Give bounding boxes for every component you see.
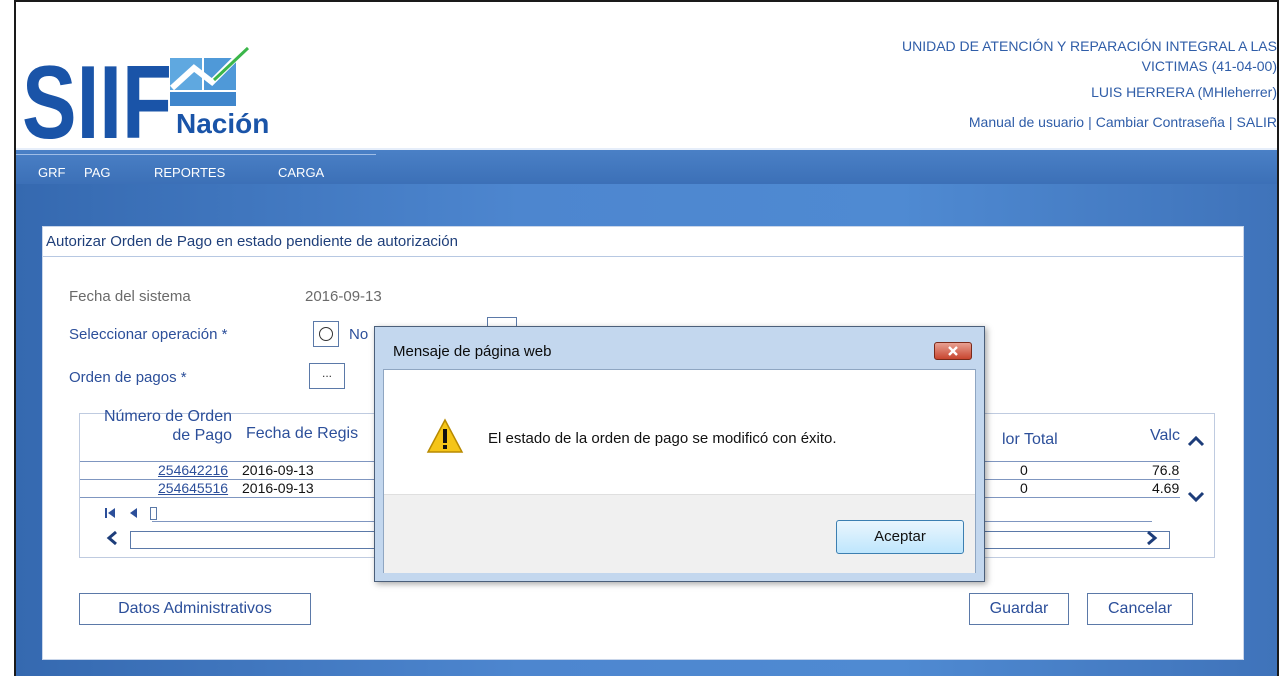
order-date: 2016-09-13 [242, 462, 314, 478]
main-menu: GRF PAG REPORTES CARGA [16, 148, 1277, 186]
dialog-message: El estado de la orden de pago se modific… [488, 430, 837, 447]
scroll-right-icon[interactable] [1142, 530, 1162, 550]
col-numero-header-2: de Pago [172, 427, 232, 444]
header-links: Manual de usuario | Cambiar Contraseña | SAL… [902, 112, 1277, 132]
scroll-up-icon[interactable] [1184, 432, 1208, 456]
org-line-1: UNIDAD DE ATENCIÓN Y REPARACIÓN INTEGRAL… [902, 38, 1277, 54]
siif-logo: SIIF Nación [22, 42, 269, 161]
col-valor-total-header: lor Total [1002, 431, 1058, 448]
col-numero-header-1: Número de Orden [103, 408, 232, 425]
logo-sub: Nación [176, 108, 270, 139]
org-line-2: VICTIMAS (41-04-00) [1141, 58, 1277, 74]
dialog-body: El estado de la orden de pago se modific… [383, 369, 976, 573]
menu-pag[interactable]: PAG [84, 165, 111, 180]
operacion-radio-box[interactable] [313, 321, 339, 347]
panel-title: Autorizar Orden de Pago en estado pendie… [43, 227, 1243, 257]
warning-icon [426, 418, 464, 454]
menu-reportes[interactable]: REPORTES [154, 165, 225, 180]
order-total: 0 [1020, 462, 1028, 478]
order-value: 76.8 [1152, 462, 1180, 478]
exit-link[interactable]: SALIR [1237, 114, 1277, 130]
message-dialog: Mensaje de página web El estado de la or… [374, 326, 985, 582]
datos-administrativos-button[interactable]: Datos Administrativos [79, 593, 311, 625]
guardar-button[interactable]: Guardar [969, 593, 1069, 625]
menu-divider [16, 154, 376, 155]
close-icon[interactable] [934, 342, 972, 360]
pager-first-icon[interactable] [104, 506, 122, 524]
cancelar-button[interactable]: Cancelar [1087, 593, 1193, 625]
header: SIIF Nación UNIDAD DE ATENCIÓN Y REPARAC… [16, 2, 1277, 161]
order-value: 4.69 [1152, 480, 1180, 496]
orden-label: Orden de pagos * [69, 369, 187, 386]
page-input[interactable] [150, 507, 157, 520]
link-separator: | [1228, 114, 1233, 130]
fecha-value: 2016-09-13 [305, 288, 382, 305]
order-total: 0 [1020, 480, 1028, 496]
menu-grf[interactable]: GRF [38, 165, 65, 180]
fecha-label: Fecha del sistema [69, 288, 191, 305]
operacion-label: Seleccionar operación * [69, 326, 228, 343]
manual-link[interactable]: Manual de usuario [969, 114, 1084, 130]
user-name: LUIS HERRERA (MHleherrer) [1091, 84, 1277, 100]
radio-icon[interactable] [319, 327, 333, 341]
order-number-link[interactable]: 254645516 [158, 480, 228, 496]
col-fecha-header: Fecha de Regis [246, 425, 359, 442]
menu-carga[interactable]: CARGA [278, 165, 324, 180]
org-info: UNIDAD DE ATENCIÓN Y REPARACIÓN INTEGRAL… [902, 36, 1277, 132]
order-number-link[interactable]: 254642216 [158, 462, 228, 478]
orden-lookup-button[interactable]: ... [309, 363, 345, 389]
col-valor-header: Valc [1150, 427, 1180, 444]
aceptar-button[interactable]: Aceptar [836, 520, 964, 554]
scroll-down-icon[interactable] [1184, 488, 1208, 512]
browser-frame: SIIF Nación UNIDAD DE ATENCIÓN Y REPARAC… [14, 0, 1279, 676]
scroll-left-icon[interactable] [102, 530, 122, 550]
link-separator: | [1088, 114, 1092, 130]
pager-prev-icon[interactable] [128, 506, 140, 524]
order-date: 2016-09-13 [242, 480, 314, 496]
svg-text:SIIF: SIIF [22, 45, 172, 142]
change-password-link[interactable]: Cambiar Contraseña [1096, 114, 1225, 130]
operacion-option-label: No [349, 326, 369, 343]
dialog-title: Mensaje de página web [393, 343, 552, 360]
